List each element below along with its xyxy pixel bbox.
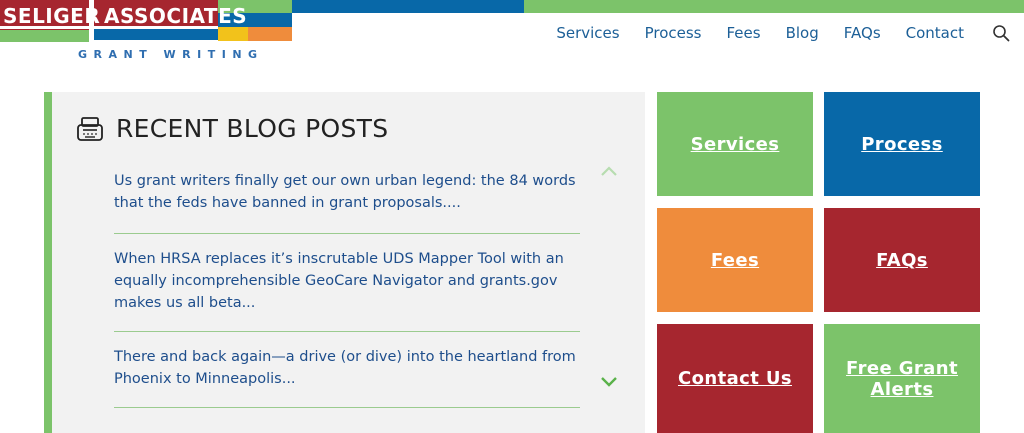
tile-free-grant-alerts-button[interactable]: Free Grant Alerts	[824, 324, 980, 433]
tile-faqs-button[interactable]: FAQs	[824, 208, 980, 312]
logo-word-associates: ASSOCIATES	[104, 4, 248, 28]
list-item: Us grant writers finally get our own urb…	[114, 170, 580, 234]
logo-block	[248, 27, 292, 41]
nav-item-contact[interactable]: Contact	[906, 24, 964, 42]
list-item: When HRSA replaces it’s inscrutable UDS …	[114, 248, 580, 332]
tile-contact-us-button[interactable]: Contact Us	[657, 324, 813, 433]
search-icon[interactable]	[992, 24, 1010, 42]
recent-blog-posts-panel: RECENT BLOG POSTS Us grant writers final…	[44, 92, 645, 433]
logo-block	[218, 27, 248, 41]
nav-item-blog[interactable]: Blog	[786, 24, 819, 42]
logo-block	[0, 30, 94, 42]
nav-item-process[interactable]: Process	[645, 24, 702, 42]
blog-panel-title: RECENT BLOG POSTS	[116, 114, 389, 143]
logo-tagline: GRANT WRITING	[78, 48, 264, 61]
nav-item-services[interactable]: Services	[556, 24, 619, 42]
blog-post-link[interactable]: When HRSA replaces it’s inscrutable UDS …	[114, 248, 580, 314]
main-nav: Services Process Fees Blog FAQs Contact	[531, 24, 964, 42]
blog-panel-header: RECENT BLOG POSTS	[76, 114, 388, 143]
stripe-blue-segment	[292, 0, 524, 13]
chevron-down-icon[interactable]	[600, 376, 618, 388]
tile-services-button[interactable]: Services	[657, 92, 813, 196]
logo-word-seliger: SELIGER	[3, 4, 101, 28]
typewriter-icon	[77, 116, 103, 141]
tile-fees-button[interactable]: Fees	[657, 208, 813, 312]
chevron-up-icon[interactable]	[600, 165, 618, 177]
nav-item-faqs[interactable]: FAQs	[844, 24, 881, 42]
list-item: There and back again—a drive (or dive) i…	[114, 346, 580, 408]
blog-post-link[interactable]: Us grant writers finally get our own urb…	[114, 170, 580, 214]
blog-post-list: Us grant writers finally get our own urb…	[114, 170, 580, 422]
tile-free-grant-alerts-label: Free Grant Alerts	[846, 357, 958, 400]
site-logo[interactable]: SELIGER ASSOCIATES GRANT WRITING	[0, 0, 292, 61]
nav-item-fees[interactable]: Fees	[727, 24, 761, 42]
tile-process-button[interactable]: Process	[824, 92, 980, 196]
stripe-green-segment	[524, 0, 1024, 13]
blog-post-link[interactable]: There and back again—a drive (or dive) i…	[114, 346, 580, 390]
